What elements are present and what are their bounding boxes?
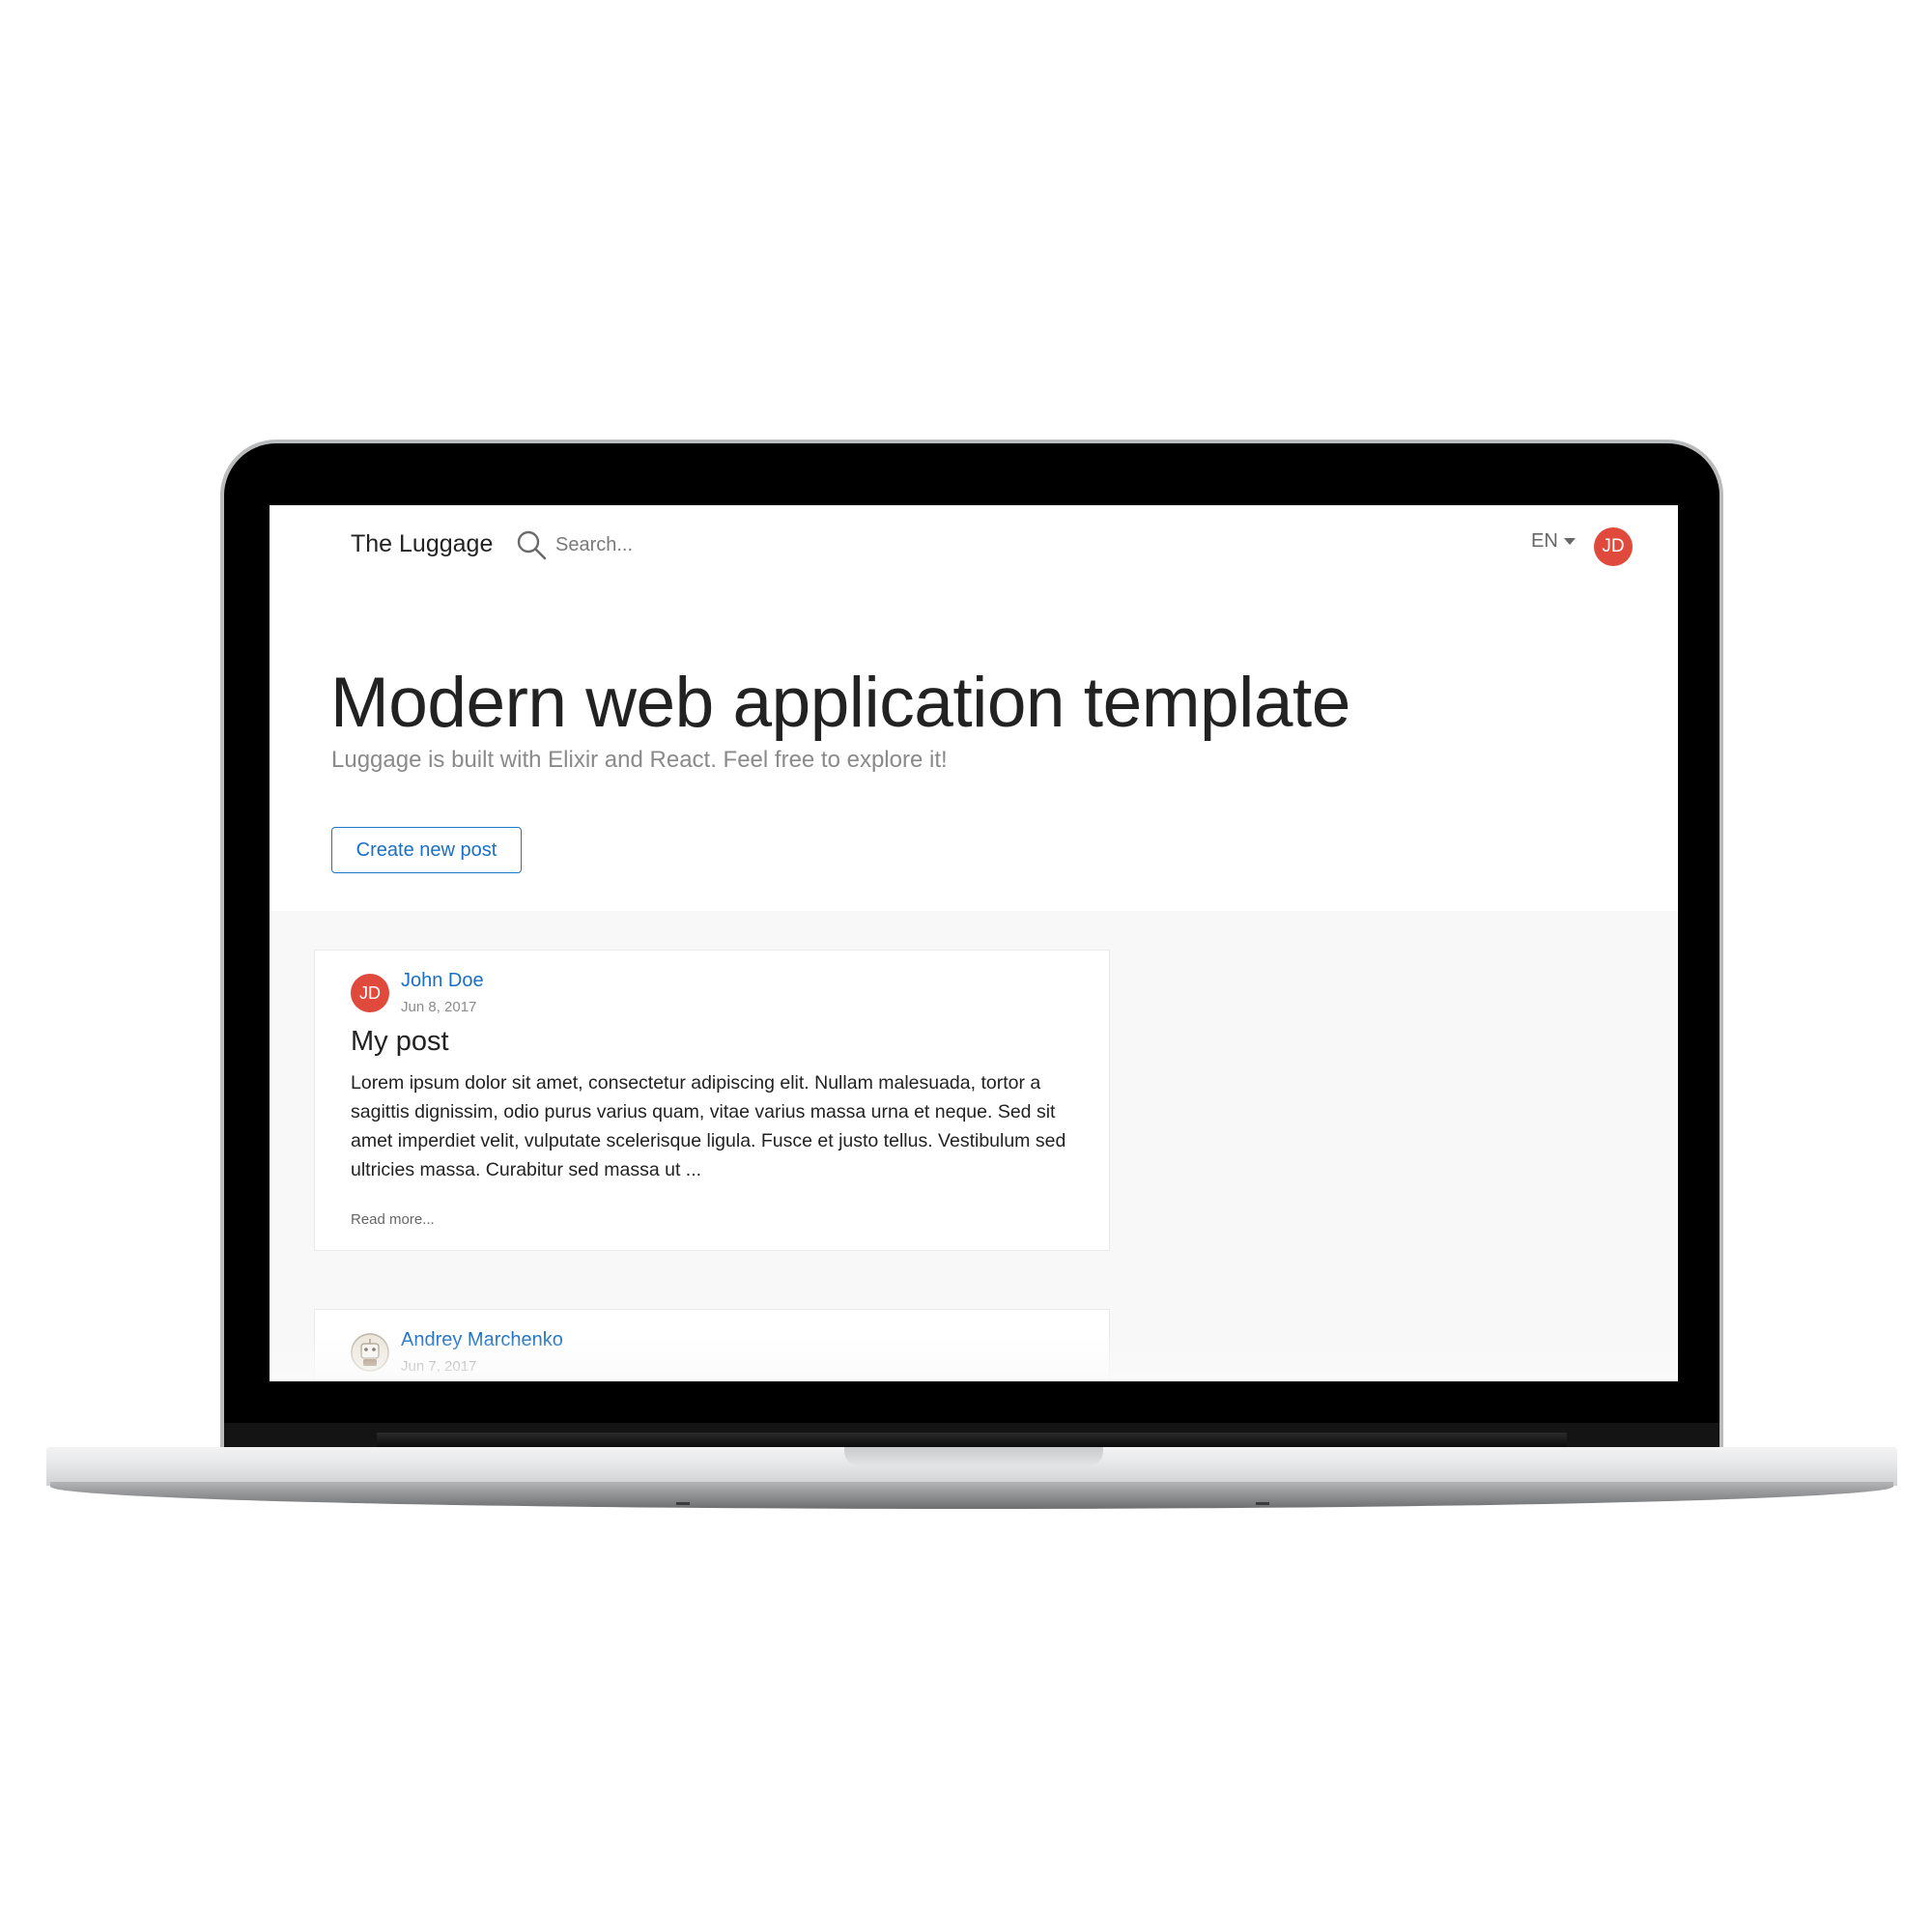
post-title[interactable]: My post xyxy=(351,1026,449,1058)
laptop-base-edge xyxy=(50,1482,1893,1509)
laptop-foot xyxy=(676,1502,690,1505)
user-avatar[interactable]: JD xyxy=(1594,527,1633,566)
chevron-down-icon xyxy=(1563,538,1576,545)
post-card: Andrey Marchenko Jun 7, 2017 xyxy=(314,1309,1110,1381)
laptop-opening-notch xyxy=(844,1447,1103,1466)
laptop-hinge xyxy=(377,1433,1567,1447)
laptop-foot xyxy=(1256,1502,1269,1505)
robot-avatar-icon[interactable] xyxy=(351,1333,389,1372)
brand-link[interactable]: The Luggage xyxy=(351,530,493,558)
navbar: The Luggage EN JD xyxy=(270,505,1678,582)
author-link[interactable]: Andrey Marchenko xyxy=(401,1329,563,1351)
language-dropdown[interactable]: EN xyxy=(1531,530,1576,553)
post-card: JD John Doe Jun 8, 2017 My post Lorem ip… xyxy=(314,950,1110,1251)
post-date: Jun 8, 2017 xyxy=(401,999,477,1015)
author-link[interactable]: John Doe xyxy=(401,970,484,992)
language-label: EN xyxy=(1531,530,1558,552)
page-subtitle: Luggage is built with Elixir and React. … xyxy=(331,747,948,773)
app-screen: The Luggage EN JD Modern web application… xyxy=(270,505,1678,1381)
page-title: Modern web application template xyxy=(330,664,1350,742)
post-date: Jun 7, 2017 xyxy=(401,1358,477,1375)
search-icon[interactable] xyxy=(515,528,550,563)
read-more-link[interactable]: Read more... xyxy=(351,1211,435,1228)
post-excerpt: Lorem ipsum dolor sit amet, consectetur … xyxy=(351,1072,1066,1180)
post-feed: JD John Doe Jun 8, 2017 My post Lorem ip… xyxy=(270,911,1678,1381)
author-avatar[interactable]: JD xyxy=(351,974,389,1012)
create-post-button[interactable]: Create new post xyxy=(331,827,522,873)
search-input[interactable] xyxy=(555,528,807,561)
